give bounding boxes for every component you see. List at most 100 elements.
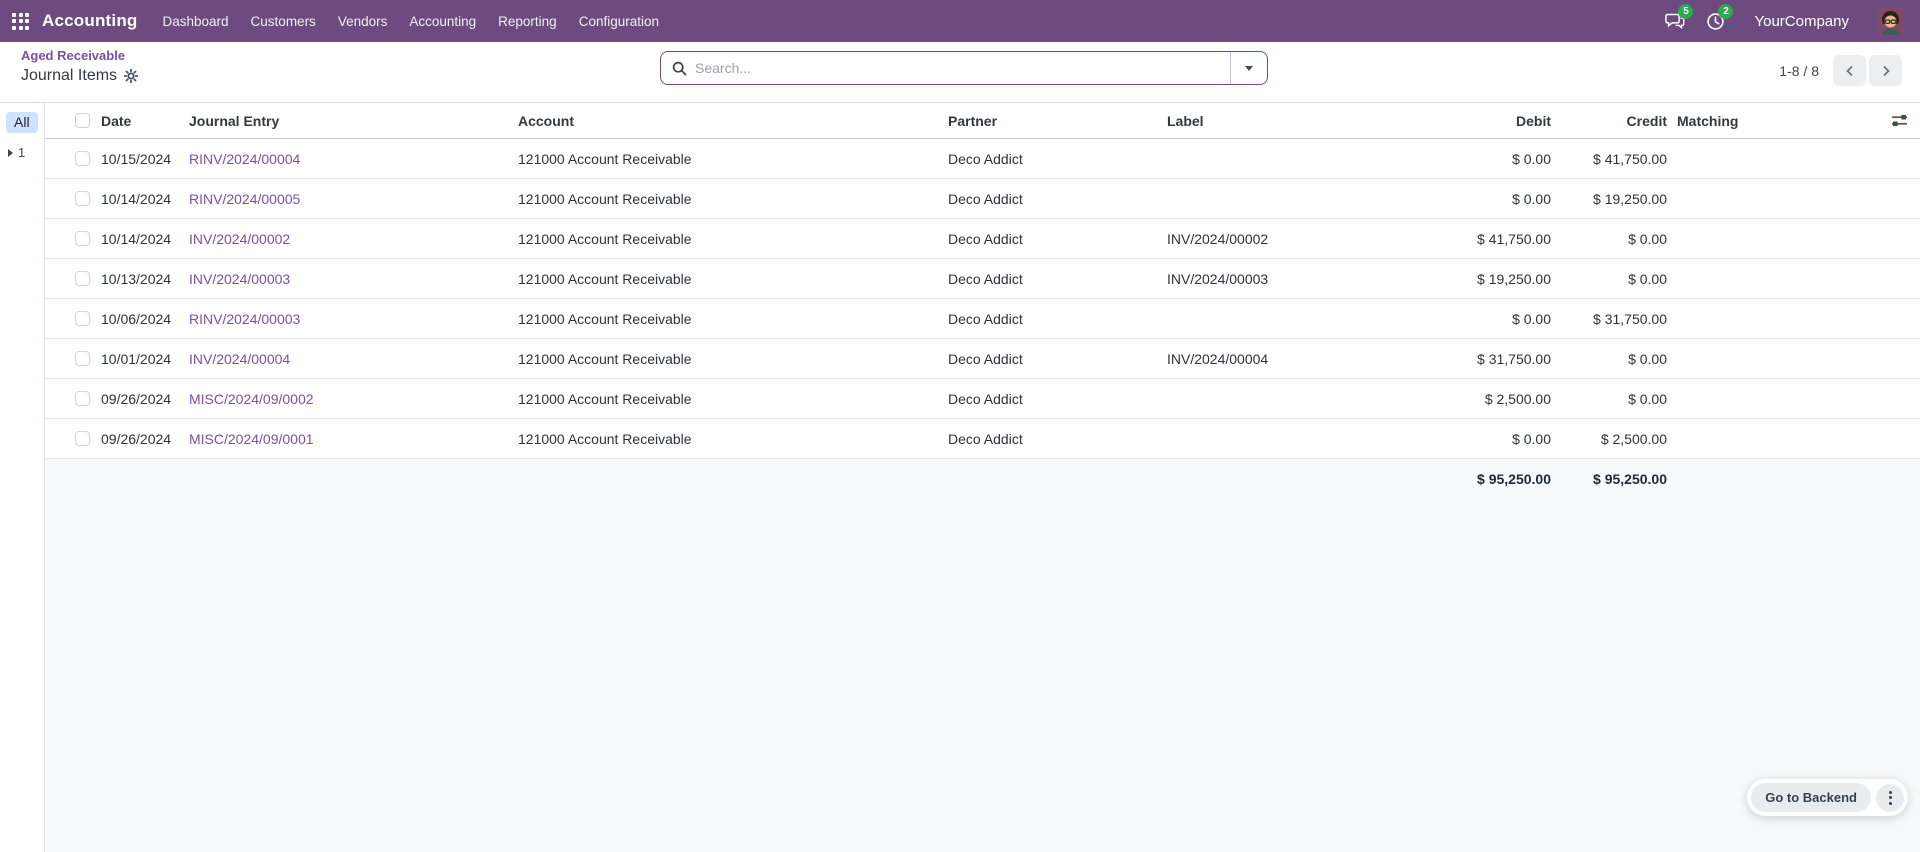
cell-account: 121000 Account Receivable xyxy=(518,191,948,207)
column-header-label[interactable]: Label xyxy=(1167,113,1419,129)
cell-journal-entry: RINV/2024/00003 xyxy=(189,311,518,327)
cell-date: 10/14/2024 xyxy=(101,191,189,207)
cell-debit: $ 0.00 xyxy=(1419,311,1551,327)
cell-account: 121000 Account Receivable xyxy=(518,351,948,367)
menu-item[interactable]: Customers xyxy=(240,0,327,42)
menu-item[interactable]: Accounting xyxy=(398,0,487,42)
column-header-debit[interactable]: Debit xyxy=(1419,113,1551,129)
table-row[interactable]: 10/14/2024 INV/2024/00002 121000 Account… xyxy=(45,219,1920,259)
optional-columns-icon[interactable] xyxy=(1891,113,1908,128)
app-name[interactable]: Accounting xyxy=(42,11,138,31)
backend-widget: Go to Backend xyxy=(1747,779,1908,816)
column-header-account[interactable]: Account xyxy=(518,113,948,129)
journal-entry-link[interactable]: RINV/2024/00004 xyxy=(189,151,300,167)
cell-debit: $ 0.00 xyxy=(1419,191,1551,207)
cell-account: 121000 Account Receivable xyxy=(518,311,948,327)
row-checkbox[interactable] xyxy=(75,351,90,366)
journal-entry-link[interactable]: INV/2024/00004 xyxy=(189,351,290,367)
journal-entry-link[interactable]: INV/2024/00002 xyxy=(189,231,290,247)
cell-date: 10/14/2024 xyxy=(101,231,189,247)
widget-menu-button[interactable] xyxy=(1876,784,1904,812)
cell-journal-entry: MISC/2024/09/0002 xyxy=(189,391,518,407)
activities-button[interactable]: 2 xyxy=(1702,8,1728,34)
row-checkbox[interactable] xyxy=(75,311,90,326)
column-header-partner[interactable]: Partner xyxy=(948,113,1167,129)
cell-partner: Deco Addict xyxy=(948,191,1167,207)
company-switcher[interactable]: YourCompany xyxy=(1754,13,1849,30)
breadcrumb[interactable]: Aged Receivable xyxy=(21,48,125,63)
cell-partner: Deco Addict xyxy=(948,271,1167,287)
cell-credit: $ 2,500.00 xyxy=(1551,431,1667,447)
cell-credit: $ 0.00 xyxy=(1551,231,1667,247)
pager-next-button[interactable] xyxy=(1869,55,1902,86)
table-row[interactable]: 10/06/2024 RINV/2024/00003 121000 Accoun… xyxy=(45,299,1920,339)
journal-entry-link[interactable]: INV/2024/00003 xyxy=(189,271,290,287)
table-row[interactable]: 10/14/2024 RINV/2024/00005 121000 Accoun… xyxy=(45,179,1920,219)
menu-item[interactable]: Vendors xyxy=(327,0,399,42)
table-row[interactable]: 09/26/2024 MISC/2024/09/0001 121000 Acco… xyxy=(45,419,1920,459)
cell-partner: Deco Addict xyxy=(948,231,1167,247)
column-header-credit[interactable]: Credit xyxy=(1551,113,1667,129)
menu-item[interactable]: Configuration xyxy=(568,0,670,42)
menu-item[interactable]: Dashboard xyxy=(152,0,240,42)
table-row[interactable]: 10/01/2024 INV/2024/00004 121000 Account… xyxy=(45,339,1920,379)
table-header-row: Date Journal Entry Account Partner Label… xyxy=(45,103,1920,139)
row-checkbox[interactable] xyxy=(75,431,90,446)
cell-debit: $ 19,250.00 xyxy=(1419,271,1551,287)
table-row[interactable]: 09/26/2024 MISC/2024/09/0002 121000 Acco… xyxy=(45,379,1920,419)
column-header-matching[interactable]: Matching xyxy=(1667,113,1757,129)
cell-date: 09/26/2024 xyxy=(101,431,189,447)
menu-item[interactable]: Reporting xyxy=(487,0,568,42)
table-row[interactable]: 10/15/2024 RINV/2024/00004 121000 Accoun… xyxy=(45,139,1920,179)
cell-journal-entry: INV/2024/00004 xyxy=(189,351,518,367)
search-input[interactable] xyxy=(695,60,1230,76)
select-all-checkbox[interactable] xyxy=(75,113,90,128)
table-footer-row: $ 95,250.00 $ 95,250.00 xyxy=(45,459,1920,499)
gear-icon[interactable] xyxy=(124,69,138,83)
table-body: 10/15/2024 RINV/2024/00004 121000 Accoun… xyxy=(45,139,1920,459)
table-row[interactable]: 10/13/2024 INV/2024/00003 121000 Account… xyxy=(45,259,1920,299)
rail-group-1[interactable]: 1 xyxy=(8,145,44,160)
chevron-right-icon xyxy=(1881,65,1891,77)
user-avatar[interactable] xyxy=(1877,8,1904,35)
row-checkbox[interactable] xyxy=(75,191,90,206)
journal-entry-link[interactable]: MISC/2024/09/0001 xyxy=(189,431,314,447)
cell-credit: $ 0.00 xyxy=(1551,351,1667,367)
journal-entry-link[interactable]: RINV/2024/00005 xyxy=(189,191,300,207)
cell-date: 10/06/2024 xyxy=(101,311,189,327)
cell-account: 121000 Account Receivable xyxy=(518,151,948,167)
cell-journal-entry: INV/2024/00003 xyxy=(189,271,518,287)
cell-account: 121000 Account Receivable xyxy=(518,271,948,287)
search-filters-toggle[interactable] xyxy=(1230,52,1267,84)
pager-previous-button[interactable] xyxy=(1833,55,1866,86)
cell-account: 121000 Account Receivable xyxy=(518,431,948,447)
journal-entry-link[interactable]: MISC/2024/09/0002 xyxy=(189,391,314,407)
messages-button[interactable]: 5 xyxy=(1662,8,1688,34)
cell-journal-entry: RINV/2024/00005 xyxy=(189,191,518,207)
total-credit: $ 95,250.00 xyxy=(1551,471,1667,487)
column-header-journal-entry[interactable]: Journal Entry xyxy=(189,113,518,129)
rail-filter-all[interactable]: All xyxy=(6,112,38,133)
row-checkbox[interactable] xyxy=(75,391,90,406)
journal-entry-link[interactable]: RINV/2024/00003 xyxy=(189,311,300,327)
row-checkbox[interactable] xyxy=(75,231,90,246)
page-title: Journal Items xyxy=(21,67,117,85)
row-checkbox[interactable] xyxy=(75,151,90,166)
cell-date: 09/26/2024 xyxy=(101,391,189,407)
cell-account: 121000 Account Receivable xyxy=(518,391,948,407)
total-debit: $ 95,250.00 xyxy=(1419,471,1551,487)
cell-debit: $ 0.00 xyxy=(1419,431,1551,447)
column-header-date[interactable]: Date xyxy=(101,113,189,129)
group-rail: All 1 xyxy=(0,103,45,852)
expand-caret-icon xyxy=(8,149,13,157)
row-checkbox[interactable] xyxy=(75,271,90,286)
kebab-icon xyxy=(1889,791,1892,794)
go-to-backend-button[interactable]: Go to Backend xyxy=(1751,783,1871,812)
cell-date: 10/15/2024 xyxy=(101,151,189,167)
cell-credit: $ 31,750.00 xyxy=(1551,311,1667,327)
messages-badge: 5 xyxy=(1678,4,1693,19)
chevron-left-icon xyxy=(1845,65,1855,77)
chevron-down-icon xyxy=(1245,66,1253,71)
cell-label: INV/2024/00003 xyxy=(1167,271,1419,287)
apps-grid-icon[interactable] xyxy=(12,13,29,30)
